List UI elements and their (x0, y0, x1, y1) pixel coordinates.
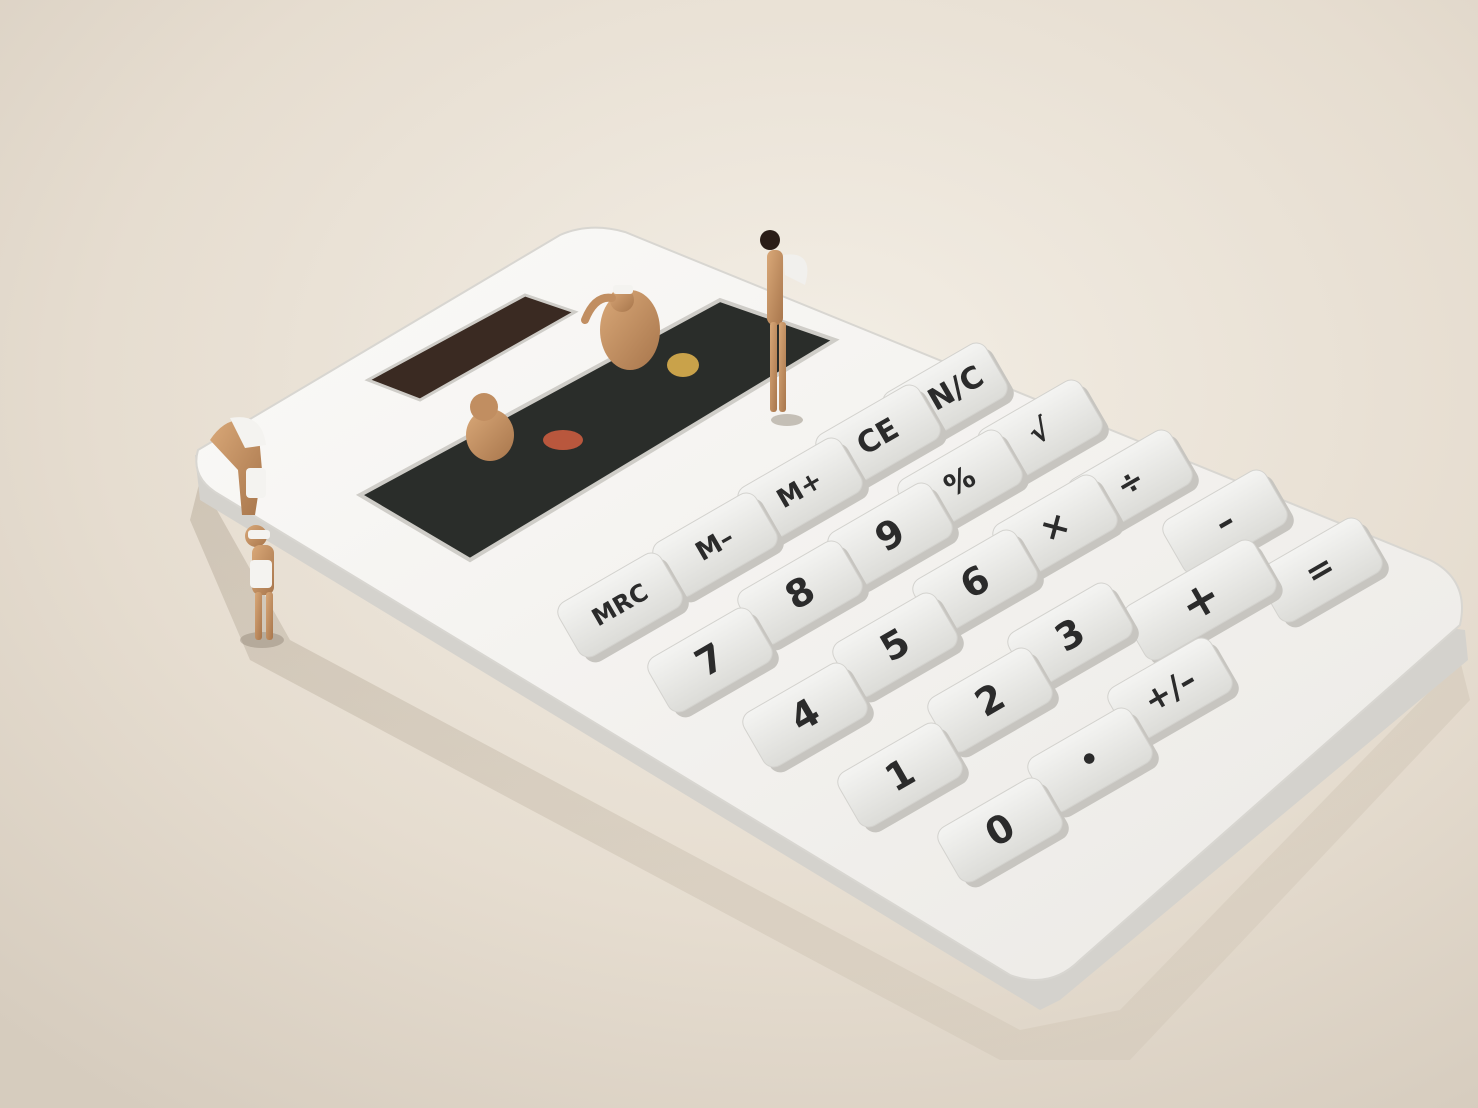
photo-scene: ON/CCE √M+% ÷M– 9 × –=MRC 8 6 +7 5 34 2 +/–1 •0 (0, 0, 1478, 1108)
